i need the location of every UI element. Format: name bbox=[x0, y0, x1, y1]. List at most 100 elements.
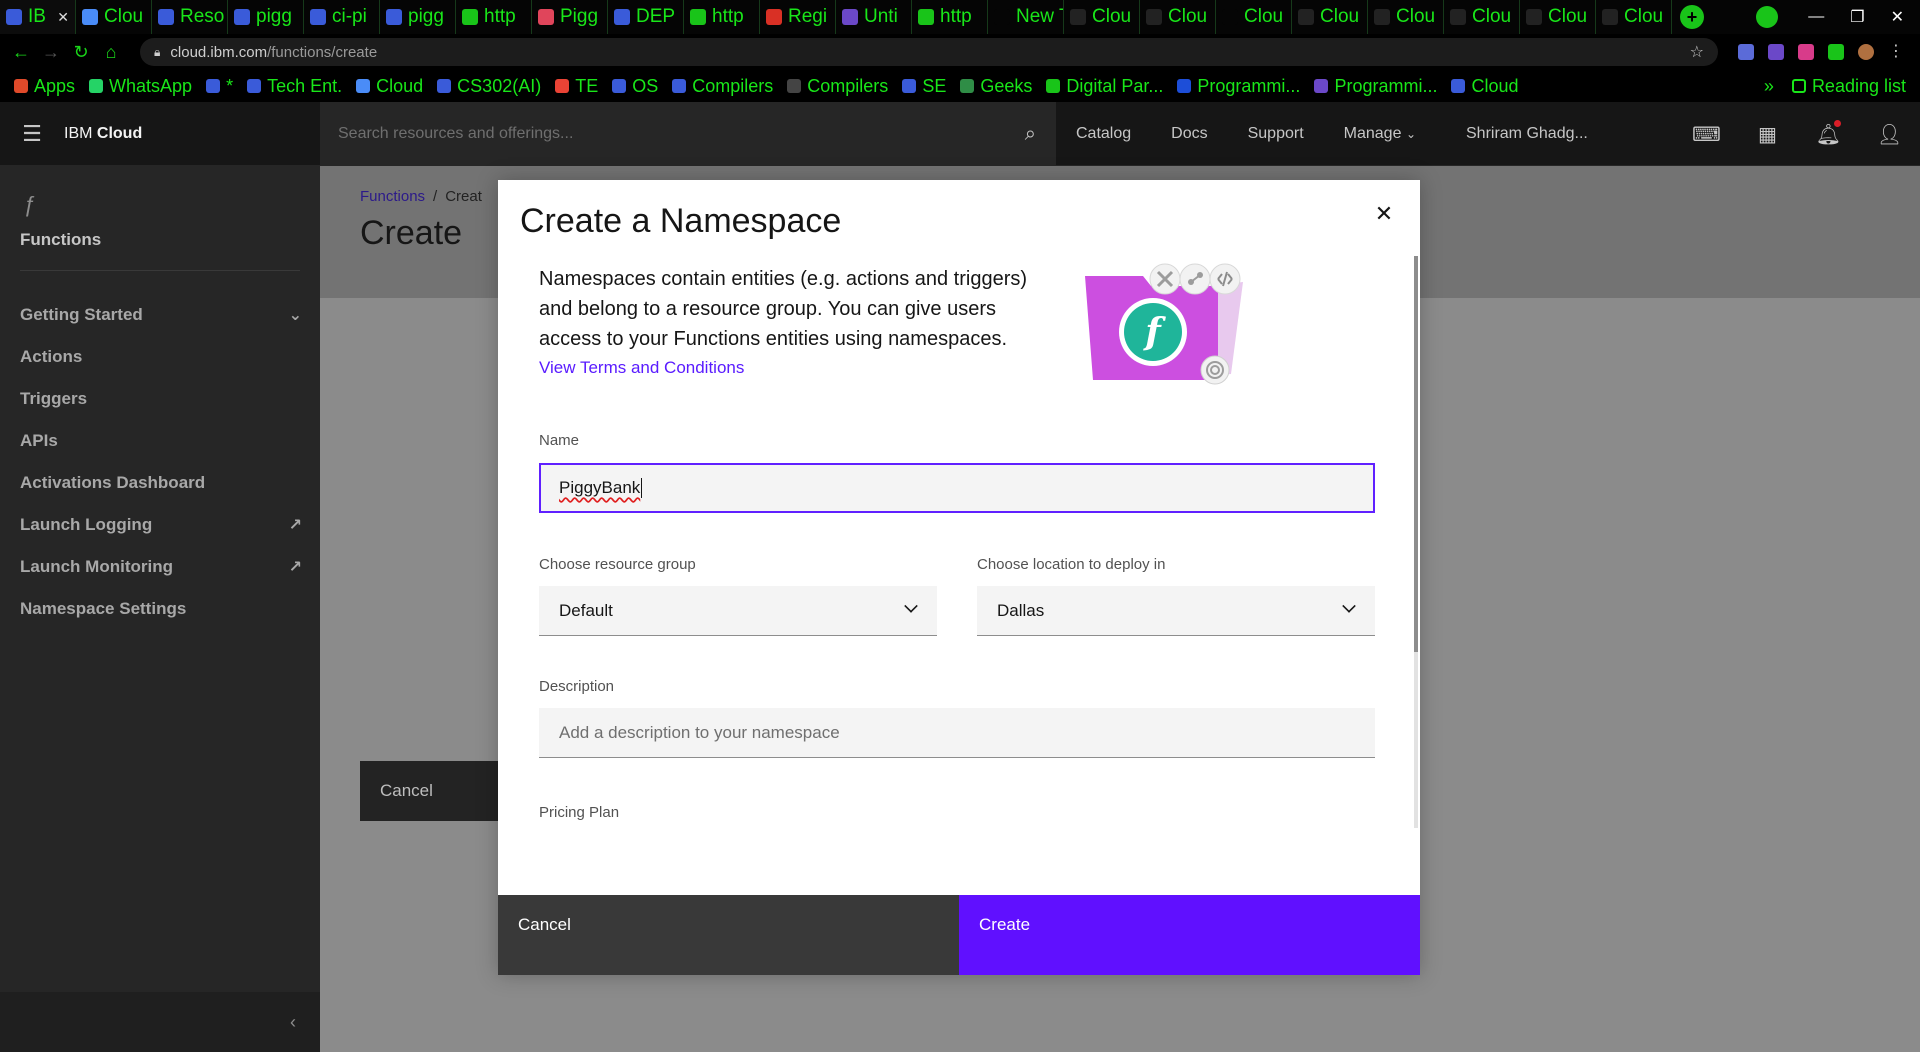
more-vert-icon[interactable]: ⋮ bbox=[1888, 44, 1904, 60]
bookmark-item[interactable]: TE bbox=[555, 76, 598, 97]
nav-docs[interactable]: Docs bbox=[1151, 125, 1227, 143]
close-window-icon[interactable]: ✕ bbox=[1891, 7, 1904, 27]
sidebar-item-actions[interactable]: Actions bbox=[0, 336, 320, 378]
sidebar-item-apis[interactable]: APIs bbox=[0, 420, 320, 462]
browser-tab[interactable]: New Ta bbox=[988, 0, 1064, 34]
bookmark-item[interactable]: CS302(AI) bbox=[437, 76, 541, 97]
new-tab-button[interactable]: + bbox=[1680, 5, 1704, 29]
nav-catalog[interactable]: Catalog bbox=[1056, 125, 1151, 143]
modal-title: Create a Namespace bbox=[520, 202, 842, 240]
search-input[interactable]: Search resources and offerings... ⌕ bbox=[320, 102, 1056, 166]
extension-icon[interactable] bbox=[1768, 44, 1784, 60]
breadcrumb-functions[interactable]: Functions bbox=[360, 188, 425, 205]
bookmark-item[interactable]: Apps bbox=[14, 76, 75, 97]
browser-tab[interactable]: Reso bbox=[152, 0, 228, 34]
sidebar-item-activations-dashboard[interactable]: Activations Dashboard bbox=[0, 462, 320, 504]
bookmark-item[interactable]: SE bbox=[902, 76, 946, 97]
puzzle-icon[interactable] bbox=[1828, 44, 1844, 60]
browser-tab[interactable]: Clou bbox=[1140, 0, 1216, 34]
reload-icon[interactable]: ↻ bbox=[66, 42, 96, 63]
description-field[interactable]: Add a description to your namespace bbox=[539, 708, 1375, 758]
browser-tab[interactable]: http bbox=[456, 0, 532, 34]
create-button[interactable]: Create bbox=[959, 895, 1420, 975]
cancel-button[interactable]: Cancel bbox=[498, 895, 959, 975]
sidebar-item-triggers[interactable]: Triggers bbox=[0, 378, 320, 420]
minimize-icon[interactable]: — bbox=[1808, 8, 1824, 26]
bookmark-favicon-icon bbox=[1451, 79, 1466, 93]
browser-tab[interactable]: Unti bbox=[836, 0, 912, 34]
bookmark-item[interactable]: Programmi... bbox=[1314, 76, 1437, 97]
restore-icon[interactable]: ❐ bbox=[1850, 7, 1864, 27]
calculator-icon[interactable]: ▦ bbox=[1737, 102, 1798, 166]
name-field[interactable]: PiggyBank bbox=[539, 463, 1375, 513]
browser-tab[interactable]: Clou bbox=[1216, 0, 1292, 34]
browser-tab[interactable]: http bbox=[684, 0, 760, 34]
browser-tab[interactable]: pigg bbox=[380, 0, 456, 34]
close-icon[interactable]: ✕ bbox=[1370, 200, 1398, 228]
close-tab-icon[interactable]: ✕ bbox=[57, 9, 69, 26]
extension-icon[interactable] bbox=[1798, 44, 1814, 60]
sidebar-item-namespace-settings[interactable]: Namespace Settings bbox=[0, 588, 320, 630]
browser-tab[interactable]: Clou bbox=[1596, 0, 1672, 34]
nav-support[interactable]: Support bbox=[1228, 125, 1324, 143]
lock-icon[interactable]: 🔒︎ bbox=[154, 45, 160, 60]
resource-group-select[interactable]: Default bbox=[539, 586, 937, 636]
bookmark-item[interactable]: Tech Ent. bbox=[247, 76, 342, 97]
browser-tab[interactable]: Clou bbox=[1292, 0, 1368, 34]
bookmark-item[interactable]: Programmi... bbox=[1177, 76, 1300, 97]
browser-tab[interactable]: Pigg bbox=[532, 0, 608, 34]
browser-tab[interactable]: Regi bbox=[760, 0, 836, 34]
browser-tab[interactable]: DEP bbox=[608, 0, 684, 34]
account-switcher[interactable]: Shriram Ghadg... bbox=[1436, 125, 1636, 143]
bookmark-item[interactable]: OS bbox=[612, 76, 658, 97]
bookmark-item[interactable]: Cloud bbox=[356, 76, 423, 97]
bookmark-item[interactable]: Geeks bbox=[960, 76, 1032, 97]
terminal-icon[interactable]: ⌨ bbox=[1676, 102, 1737, 166]
search-icon[interactable]: ⌕ bbox=[1025, 123, 1036, 146]
notification-icon[interactable]: 🔔︎ bbox=[1798, 102, 1859, 166]
bookmark-item[interactable]: * bbox=[206, 76, 233, 97]
bookmark-label: Compilers bbox=[807, 75, 889, 96]
browser-tab[interactable]: IB ✕ bbox=[0, 0, 76, 34]
browser-tab[interactable]: Clou bbox=[1064, 0, 1140, 34]
bookmark-item[interactable]: Digital Par... bbox=[1046, 76, 1163, 97]
back-icon[interactable]: ← bbox=[6, 42, 36, 63]
profile-icon[interactable] bbox=[1756, 6, 1779, 28]
sidebar-item-label: Launch Logging bbox=[20, 515, 153, 534]
collapse-sidebar-icon[interactable]: ‹ bbox=[0, 992, 320, 1052]
bookmark-item[interactable]: Compilers bbox=[787, 76, 888, 97]
bookmark-label: Apps bbox=[34, 75, 76, 96]
bookmark-item[interactable]: Compilers bbox=[672, 76, 773, 97]
user-icon[interactable]: 👤︎ bbox=[1859, 102, 1920, 166]
avatar[interactable] bbox=[1858, 44, 1874, 60]
extension-icon[interactable] bbox=[1738, 44, 1754, 60]
browser-tab[interactable]: ci-pi bbox=[304, 0, 380, 34]
browser-tab[interactable]: pigg bbox=[228, 0, 304, 34]
reading-list[interactable]: Reading list bbox=[1791, 76, 1906, 97]
home-icon[interactable]: ⌂ bbox=[96, 42, 126, 63]
bookmark-star-icon[interactable]: ☆ bbox=[1690, 42, 1704, 62]
hamburger-icon[interactable]: ☰ bbox=[0, 102, 64, 166]
modal-scrollbar-thumb[interactable] bbox=[1414, 256, 1418, 652]
resource-group-label: Choose resource group bbox=[539, 556, 696, 573]
window-controls: — ❐ ✕ bbox=[1756, 0, 1920, 34]
bookmark-item[interactable]: WhatsApp bbox=[89, 76, 192, 97]
browser-tab[interactable]: Clou bbox=[1368, 0, 1444, 34]
bookmark-favicon-icon bbox=[437, 79, 452, 93]
browser-tab[interactable]: Clou bbox=[76, 0, 152, 34]
brand[interactable]: IBM Cloud bbox=[64, 125, 320, 143]
bookmarks-overflow[interactable]: » bbox=[1764, 76, 1774, 97]
location-select[interactable]: Dallas bbox=[977, 586, 1375, 636]
forward-icon[interactable]: → bbox=[36, 42, 66, 63]
sidebar-item-label: Namespace Settings bbox=[20, 599, 187, 618]
terms-link[interactable]: View Terms and Conditions bbox=[539, 358, 744, 378]
url-bar[interactable]: 🔒︎ cloud.ibm.com/functions/create ☆ bbox=[140, 38, 1718, 66]
browser-tab[interactable]: http bbox=[912, 0, 988, 34]
sidebar-item-getting-started[interactable]: Getting Started ⌄ bbox=[0, 294, 320, 336]
browser-tab[interactable]: Clou bbox=[1444, 0, 1520, 34]
bookmark-item[interactable]: Cloud bbox=[1451, 76, 1519, 97]
browser-tab[interactable]: Clou bbox=[1520, 0, 1596, 34]
sidebar-item-launch-monitoring[interactable]: Launch Monitoring ↗ bbox=[0, 546, 320, 588]
nav-manage[interactable]: Manage ⌄ bbox=[1324, 125, 1436, 143]
sidebar-item-launch-logging[interactable]: Launch Logging ↗ bbox=[0, 504, 320, 546]
